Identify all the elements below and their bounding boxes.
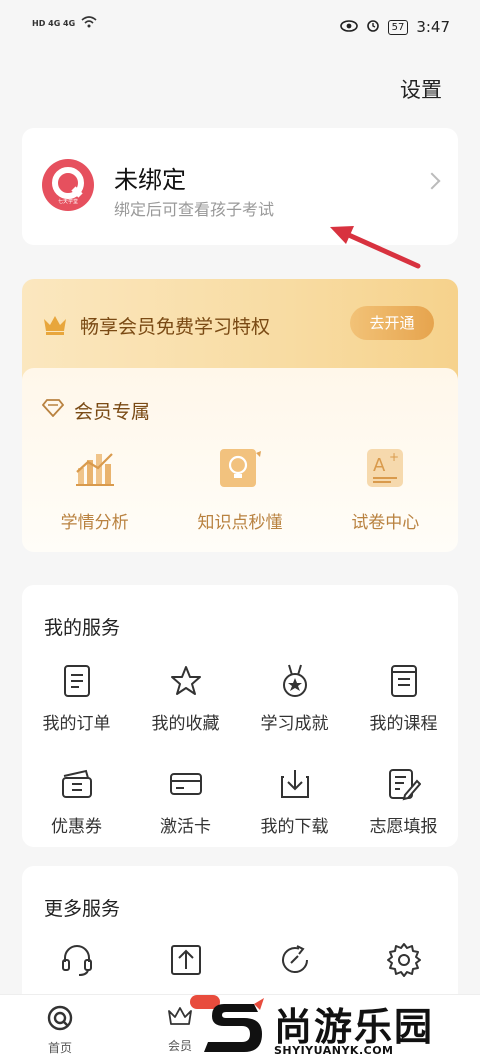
bind-status-title: 未绑定 [114, 166, 186, 194]
annotation-arrow-icon [330, 226, 421, 269]
chevron-right-icon [423, 172, 441, 190]
service-my-downloads[interactable]: 我的下载 [240, 766, 349, 837]
vip-item-exam-center[interactable]: A + 试卷中心 [313, 446, 458, 533]
service-activation-card[interactable]: 激活卡 [131, 766, 240, 837]
vip-item-label: 知识点秒懂 [197, 513, 283, 533]
order-icon [59, 663, 95, 699]
watermark-logo-icon [204, 998, 264, 1052]
more-service-support[interactable] [22, 942, 131, 978]
tab-label: 首页 [47, 1041, 72, 1055]
card-icon [168, 766, 204, 802]
service-label: 优惠券 [51, 817, 102, 837]
vip-item-analysis[interactable]: 学情分析 [22, 446, 167, 533]
wifi-icon [81, 16, 97, 31]
alarm-icon [366, 18, 380, 36]
battery-indicator: 57 [387, 19, 409, 35]
service-label: 激活卡 [160, 817, 211, 837]
exam-paper-icon: A + [361, 446, 409, 490]
svg-text:+: + [389, 450, 399, 464]
service-label: 我的课程 [369, 714, 438, 734]
crown-icon [42, 313, 68, 339]
lightbulb-icon [216, 446, 264, 490]
svg-text:A: A [373, 455, 386, 476]
vip-banner-title: 畅享会员免费学习特权 [80, 316, 271, 338]
watermark-en-text: SHYIYUANYK.COM [274, 1044, 394, 1057]
signal-text: HD 4G 4G [32, 19, 76, 28]
star-icon [168, 663, 204, 699]
my-services-title: 我的服务 [44, 617, 121, 639]
service-my-orders[interactable]: 我的订单 [22, 663, 131, 734]
service-label: 我的下载 [260, 817, 329, 837]
service-coupons[interactable]: 优惠券 [22, 766, 131, 837]
open-vip-button[interactable]: 去开通 [350, 306, 434, 340]
vip-item-knowledge[interactable]: 知识点秒懂 [167, 446, 312, 533]
refresh-icon [277, 942, 313, 978]
watermark-cn-text: 尚游乐园 [274, 1005, 435, 1049]
signal-indicators: HD 4G 4G [32, 16, 97, 31]
vip-item-label: 试卷中心 [351, 513, 420, 533]
clock-time: 3:47 [416, 18, 450, 36]
site-watermark: 尚游乐园 SHYIYUANYK.COM [202, 996, 480, 1061]
coupon-icon [59, 766, 95, 802]
diamond-icon [41, 399, 65, 422]
more-services-title: 更多服务 [44, 898, 121, 920]
status-bar: HD 4G 4G 57 3:47 [0, 0, 480, 58]
headset-icon [59, 942, 95, 978]
tab-home[interactable]: 首页 [30, 1005, 90, 1056]
service-my-favorites[interactable]: 我的收藏 [131, 663, 240, 734]
service-label: 学习成就 [260, 714, 329, 734]
vip-exclusive-card: 会员专属 学情分析 知识点秒懂 A + 试卷中心 [22, 368, 458, 552]
logo-text: 七天学堂 [57, 199, 78, 205]
download-icon [277, 766, 313, 802]
upload-icon [168, 942, 204, 978]
edit-form-icon [386, 766, 422, 802]
service-volunteer-application[interactable]: 志愿填报 [349, 766, 458, 837]
crown-icon [167, 1005, 193, 1033]
service-my-courses[interactable]: 我的课程 [349, 663, 458, 734]
status-right: 57 3:47 [339, 18, 450, 36]
service-label: 我的订单 [42, 714, 111, 734]
service-label: 我的收藏 [151, 714, 220, 734]
bar-chart-icon [71, 446, 119, 490]
eye-icon [339, 18, 358, 36]
home-logo-icon [47, 1005, 73, 1035]
vip-section-title: 会员专属 [74, 401, 151, 423]
tab-vip[interactable]: 会员 [150, 1005, 210, 1054]
course-icon [386, 663, 422, 699]
tab-label: 会员 [167, 1039, 192, 1053]
more-service-upload[interactable] [131, 942, 240, 978]
gear-icon [386, 942, 422, 978]
more-service-refresh[interactable] [240, 942, 349, 978]
service-label: 志愿填报 [369, 817, 438, 837]
more-service-settings[interactable] [349, 942, 458, 978]
vip-item-label: 学情分析 [60, 513, 129, 533]
my-services-card: 我的服务 我的订单 我的收藏 学习成就 我的课程 优惠券 激活卡 我的下载 志愿… [22, 585, 458, 847]
bind-status-subtitle: 绑定后可查看孩子考试 [114, 200, 275, 219]
settings-button[interactable]: 设置 [400, 74, 442, 104]
service-achievements[interactable]: 学习成就 [240, 663, 349, 734]
medal-icon [277, 663, 313, 699]
vip-section-header: 会员专属 [41, 397, 151, 424]
app-logo: 七天学堂 [42, 159, 94, 211]
